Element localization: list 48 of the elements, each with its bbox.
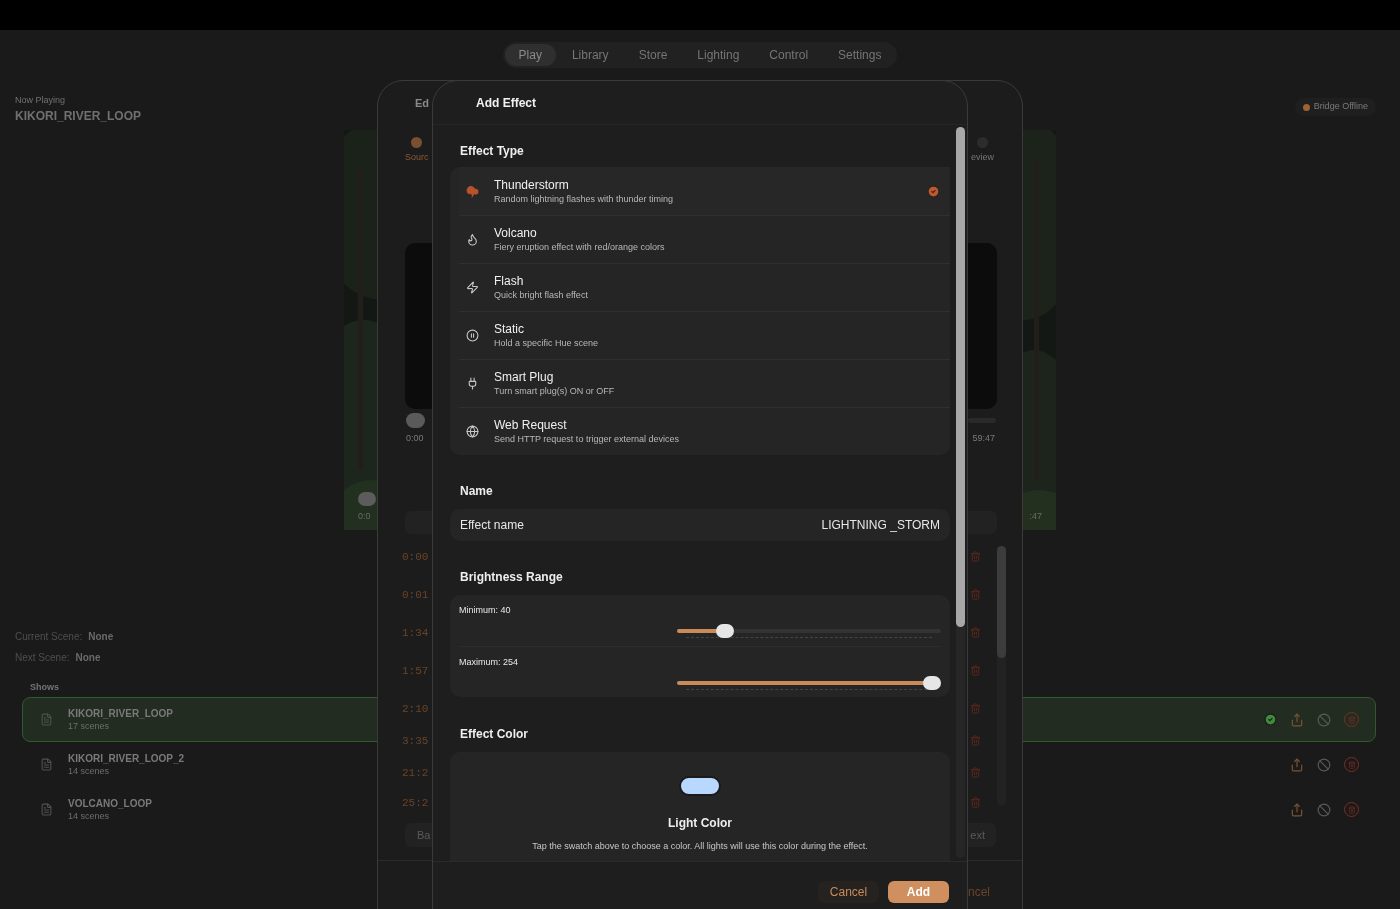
- scene-count: 14 scenes: [68, 765, 110, 777]
- option-description: Send HTTP request to trigger external devices: [494, 433, 680, 445]
- cue-time: 1:34: [402, 626, 429, 640]
- step-label: eview: [971, 151, 994, 164]
- now-playing-title: KIKORI_RIVER_LOOP: [15, 108, 142, 124]
- cue-time: 21:2: [402, 766, 429, 780]
- section-heading: Brightness Range: [460, 569, 564, 585]
- option-description: Quick bright flash effect: [494, 289, 589, 301]
- color-description: Tap the swatch above to choose a color. All lights will use this color during the effect.: [532, 840, 868, 853]
- time-label: 59:47: [972, 432, 995, 445]
- section-heading: Effect Type: [460, 143, 525, 159]
- option-name: Web Request: [494, 418, 568, 433]
- option-name: Smart Plug: [494, 370, 555, 385]
- option-description: Hold a specific Hue scene: [494, 337, 600, 349]
- time-label: 0:0: [358, 510, 371, 523]
- scene-value: None: [75, 651, 101, 665]
- color-title: Light Color: [668, 815, 732, 832]
- option-name: Flash: [494, 274, 525, 289]
- cue-time: 1:57: [402, 664, 429, 678]
- scene-value: None: [88, 630, 114, 644]
- cue-time: 2:10: [402, 702, 429, 716]
- show-name: KIKORI_RIVER_LOOP_2: [68, 752, 185, 765]
- cue-time: 0:00: [402, 550, 429, 564]
- time-label: 0:00: [406, 432, 424, 445]
- dialog-title: Add Effect: [476, 94, 536, 112]
- section-heading: Name: [460, 483, 494, 499]
- section-heading: Shows: [30, 681, 59, 693]
- sheet-title: Ed: [415, 96, 430, 111]
- option-description: Random lightning flashes with thunder timing: [494, 192, 675, 205]
- scene-count: 14 scenes: [68, 810, 110, 822]
- show-name: KIKORI_RIVER_LOOP: [68, 707, 174, 720]
- time-label: :47: [1029, 510, 1042, 523]
- cue-time: 25:2: [402, 796, 429, 810]
- now-playing-label: Now Playing: [15, 94, 67, 106]
- option-name: Static: [494, 322, 525, 337]
- scene-count: 17 scenes: [68, 720, 110, 732]
- show-name: VOLCANO_LOOP: [68, 797, 152, 810]
- cue-time: 3:35: [402, 734, 429, 748]
- section-heading: Effect Color: [460, 726, 529, 742]
- bridge-status-badge: Bridge Offline: [1294, 98, 1376, 116]
- slider-label: Maximum: 254: [459, 656, 519, 668]
- slider-label: Minimum: 40: [459, 604, 511, 616]
- option-name: Thunderstorm: [494, 177, 570, 193]
- option-description: Turn smart plug(s) ON or OFF: [494, 385, 616, 397]
- cue-time: 0:01: [402, 588, 429, 602]
- step-label: Sourc: [405, 151, 429, 164]
- option-description: Fiery eruption effect with red/orange colors: [494, 241, 666, 253]
- option-name: Volcano: [494, 226, 538, 241]
